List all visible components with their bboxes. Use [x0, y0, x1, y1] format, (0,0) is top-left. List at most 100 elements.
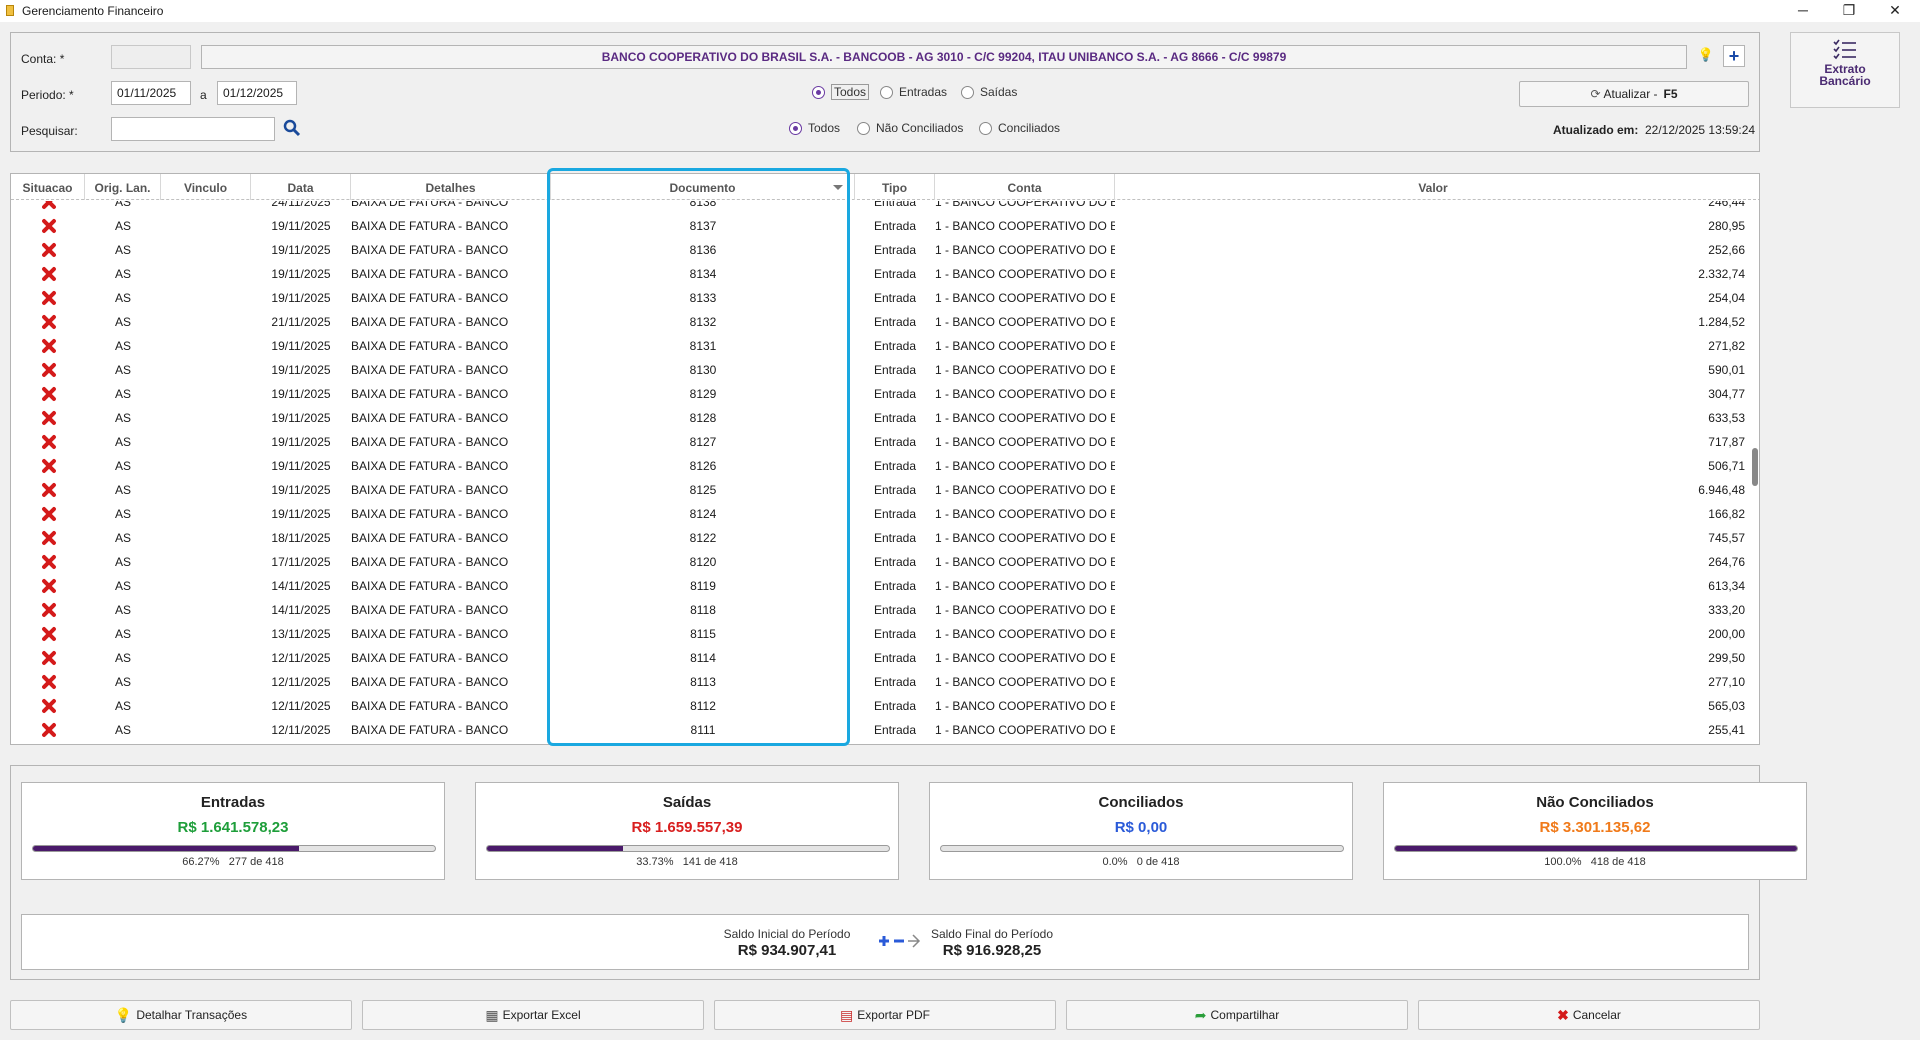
cell-detalhes: BAIXA DE FATURA - BANCO	[351, 483, 509, 497]
cell-documento: 8112	[690, 699, 716, 713]
radio-tipo-todos[interactable]: Todos	[812, 83, 870, 101]
cell-detalhes: BAIXA DE FATURA - BANCO	[351, 363, 509, 377]
cell-valor: 333,20	[1708, 603, 1745, 617]
search-input[interactable]	[111, 117, 275, 141]
radio-tipo-saidas[interactable]: Saídas	[961, 83, 1017, 101]
atualizar-button[interactable]: ⟳ Atualizar - F5	[1519, 81, 1749, 107]
table-row[interactable]: AS 24/11/2025 BAIXA DE FATURA - BANCO 8138 E…	[11, 201, 1746, 214]
table-row[interactable]: AS 14/11/2025 BAIXA DE FATURA - BANCO 8119 E…	[11, 574, 1746, 598]
table-row[interactable]: AS 19/11/2025 BAIXA DE FATURA - BANCO 8127 E…	[11, 430, 1746, 454]
detalhar-transacoes-button[interactable]: 💡 Detalhar Transações	[10, 1000, 352, 1030]
add-account-icon[interactable]: +	[1723, 45, 1745, 67]
table-row[interactable]: AS 19/11/2025 BAIXA DE FATURA - BANCO 8134 E…	[11, 262, 1746, 286]
title-bar: Gerenciamento Financeiro ─ ❐ ✕	[0, 0, 1920, 22]
cell-detalhes: BAIXA DE FATURA - BANCO	[351, 603, 509, 617]
cell-detalhes: BAIXA DE FATURA - BANCO	[351, 459, 509, 473]
conta-label: Conta: *	[21, 52, 65, 66]
not-reconciled-icon	[41, 554, 57, 570]
table-row[interactable]: AS 21/11/2025 BAIXA DE FATURA - BANCO 8132 E…	[11, 310, 1746, 334]
lightbulb-icon: 💡	[114, 1006, 133, 1023]
maximize-button[interactable]: ❐	[1826, 0, 1872, 22]
table-row[interactable]: AS 19/11/2025 BAIXA DE FATURA - BANCO 8126 E…	[11, 454, 1746, 478]
table-row[interactable]: AS 19/11/2025 BAIXA DE FATURA - BANCO 8125 E…	[11, 478, 1746, 502]
not-reconciled-icon	[41, 386, 57, 402]
col-data[interactable]: Data	[251, 174, 351, 200]
not-reconciled-icon	[41, 506, 57, 522]
periodo-fim-input[interactable]: 01/12/2025	[217, 81, 297, 105]
radio-conc-todos[interactable]: Todos	[789, 119, 840, 137]
cell-conta: 1 - BANCO COOPERATIVO DO BR	[935, 483, 1115, 497]
scrollbar-thumb[interactable]	[1752, 448, 1758, 486]
radio-conc-nao-conciliados[interactable]: Não Conciliados	[857, 119, 963, 137]
table-row[interactable]: AS 17/11/2025 BAIXA DE FATURA - BANCO 8120 E…	[11, 550, 1746, 574]
col-situacao[interactable]: Situacao	[11, 174, 85, 200]
lightbulb-icon[interactable]: 💡	[1697, 47, 1715, 65]
not-reconciled-icon	[41, 290, 57, 306]
not-reconciled-icon	[41, 530, 57, 546]
close-button[interactable]: ✕	[1872, 0, 1918, 22]
cell-valor: 254,04	[1708, 291, 1745, 305]
conta-code-input[interactable]	[111, 45, 191, 69]
table-row[interactable]: AS 18/11/2025 BAIXA DE FATURA - BANCO 8122 E…	[11, 526, 1746, 550]
table-row[interactable]: AS 19/11/2025 BAIXA DE FATURA - BANCO 8137 E…	[11, 214, 1746, 238]
cell-documento: 8132	[689, 315, 717, 329]
col-conta[interactable]: Conta	[935, 174, 1115, 200]
saldo-inicial-value: R$ 934.907,41	[737, 942, 837, 959]
filter-panel: Conta: * BANCO COOPERATIVO DO BRASIL S.A…	[10, 32, 1760, 152]
cell-tipo: Entrada	[873, 699, 917, 713]
table-row[interactable]: AS 12/11/2025 BAIXA DE FATURA - BANCO 8111 E…	[11, 718, 1746, 742]
table-row[interactable]: AS 19/11/2025 BAIXA DE FATURA - BANCO 8136 E…	[11, 238, 1746, 262]
cell-orig: AS	[114, 363, 131, 377]
cell-data: 19/11/2025	[271, 267, 331, 281]
cell-orig: AS	[114, 435, 131, 449]
cell-conta: 1 - BANCO COOPERATIVO DO BR	[935, 531, 1115, 545]
table-row[interactable]: AS 19/11/2025 BAIXA DE FATURA - BANCO 8130 E…	[11, 358, 1746, 382]
compartilhar-button[interactable]: ➦ Compartilhar	[1066, 1000, 1408, 1030]
table-row[interactable]: AS 19/11/2025 BAIXA DE FATURA - BANCO 8129 E…	[11, 382, 1746, 406]
col-valor[interactable]: Valor	[1115, 174, 1751, 200]
cell-data: 19/11/2025	[271, 363, 331, 377]
table-row[interactable]: AS 19/11/2025 BAIXA DE FATURA - BANCO 8124 E…	[11, 502, 1746, 526]
cell-orig: AS	[114, 675, 131, 689]
table-row[interactable]: AS 19/11/2025 BAIXA DE FATURA - BANCO 8131 E…	[11, 334, 1746, 358]
col-orig-lan[interactable]: Orig. Lan.	[85, 174, 161, 200]
cell-detalhes: BAIXA DE FATURA - BANCO	[351, 699, 509, 713]
cell-tipo: Entrada	[873, 483, 917, 497]
cell-tipo: Entrada	[873, 603, 917, 617]
vertical-scrollbar[interactable]	[1751, 201, 1759, 744]
col-tipo[interactable]: Tipo	[855, 174, 935, 200]
cell-documento: 8138	[689, 201, 717, 209]
periodo-inicio-input[interactable]: 01/11/2025	[111, 81, 191, 105]
extrato-bancario-button[interactable]: Extrato Bancário	[1790, 32, 1900, 108]
col-detalhes[interactable]: Detalhes	[351, 174, 551, 200]
table-row[interactable]: AS 12/11/2025 BAIXA DE FATURA - BANCO 8114 E…	[11, 646, 1746, 670]
cell-tipo: Entrada	[873, 507, 917, 521]
cell-conta: 1 - BANCO COOPERATIVO DO BR	[935, 435, 1115, 449]
card-percent: 100.0% 418 de 418	[1544, 856, 1646, 868]
cell-detalhes: BAIXA DE FATURA - BANCO	[351, 219, 509, 233]
table-row[interactable]: AS 19/11/2025 BAIXA DE FATURA - BANCO 8128 E…	[11, 406, 1746, 430]
table-row[interactable]: AS 12/11/2025 BAIXA DE FATURA - BANCO 8113 E…	[11, 670, 1746, 694]
cell-documento: 8122	[689, 531, 717, 545]
table-row[interactable]: AS 12/11/2025 BAIXA DE FATURA - BANCO 8112 E…	[11, 694, 1746, 718]
exportar-excel-button[interactable]: ▦ Exportar Excel	[362, 1000, 704, 1030]
table-row[interactable]: AS 19/11/2025 BAIXA DE FATURA - BANCO 8133 E…	[11, 286, 1746, 310]
app-window: Gerenciamento Financeiro ─ ❐ ✕ Conta: * …	[0, 0, 1920, 1040]
radio-conc-conciliados[interactable]: Conciliados	[979, 119, 1060, 137]
col-vinculo[interactable]: Vinculo	[161, 174, 251, 200]
bank-account-display[interactable]: BANCO COOPERATIVO DO BRASIL S.A. - BANCO…	[201, 45, 1687, 69]
search-icon[interactable]	[283, 119, 301, 137]
table-row[interactable]: AS 14/11/2025 BAIXA DE FATURA - BANCO 8118 E…	[11, 598, 1746, 622]
radio-tipo-entradas[interactable]: Entradas	[880, 83, 947, 101]
cell-conta: 1 - BANCO COOPERATIVO DO BR	[935, 627, 1115, 641]
cancelar-button[interactable]: ✖ Cancelar	[1418, 1000, 1760, 1030]
col-documento[interactable]: Documento	[551, 174, 855, 200]
cell-conta: 1 - BANCO COOPERATIVO DO BR	[935, 507, 1115, 521]
exportar-pdf-button[interactable]: ▤ Exportar PDF	[714, 1000, 1056, 1030]
cell-conta: 1 - BANCO COOPERATIVO DO BR	[935, 363, 1115, 377]
cell-valor: 252,66	[1708, 243, 1745, 257]
cell-valor: 280,95	[1708, 219, 1745, 233]
cell-documento: 8113	[690, 675, 716, 689]
minimize-button[interactable]: ─	[1780, 0, 1826, 22]
table-row[interactable]: AS 13/11/2025 BAIXA DE FATURA - BANCO 8115 E…	[11, 622, 1746, 646]
